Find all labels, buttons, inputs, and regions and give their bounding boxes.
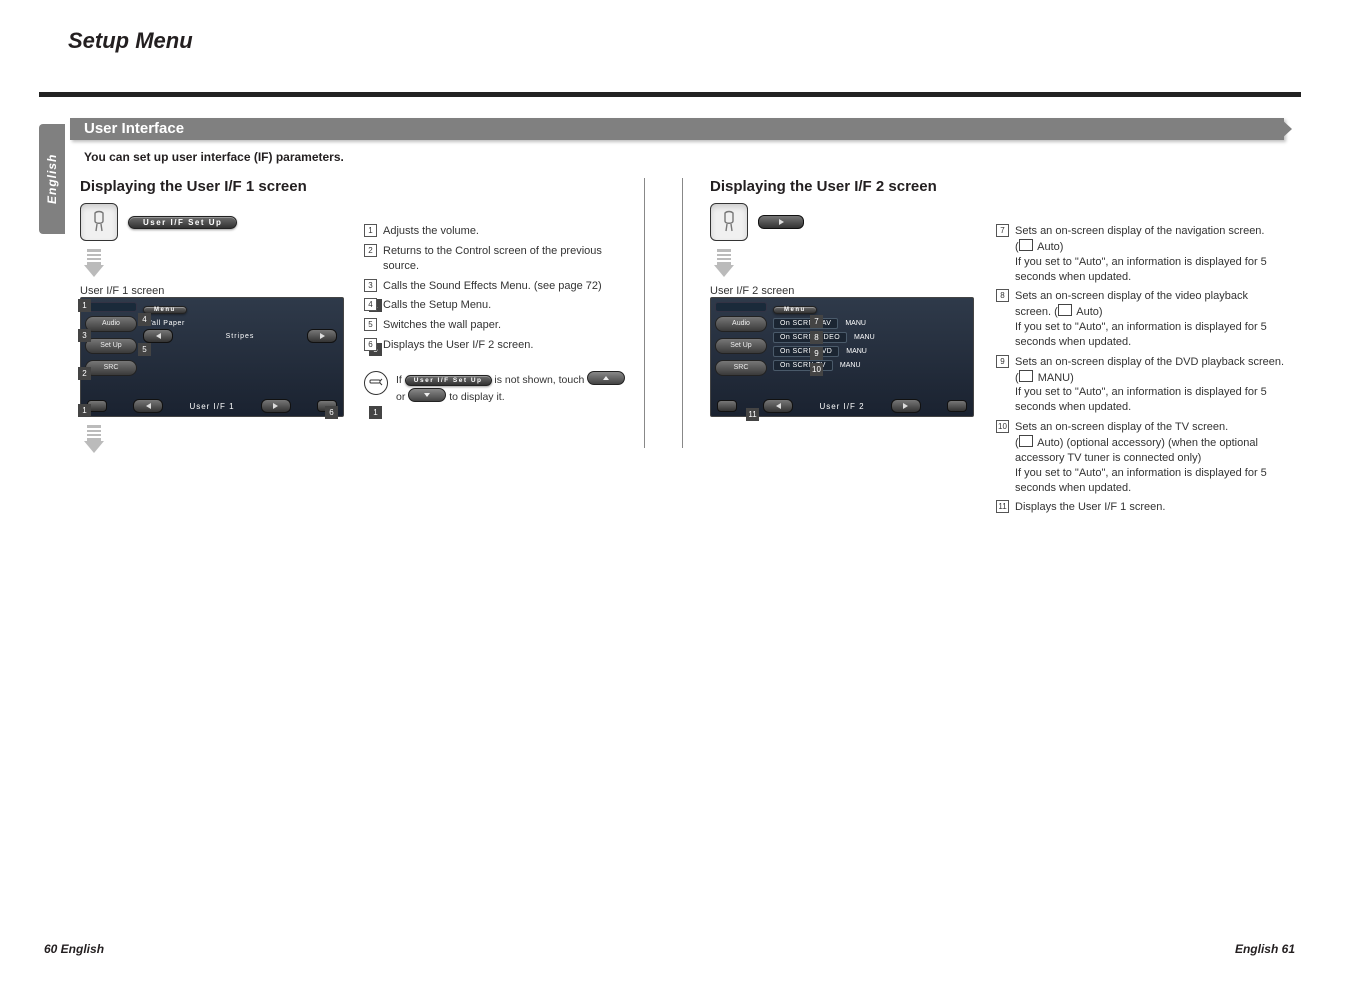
note-block: If User I/F Set Up is not shown, touch o…	[364, 371, 634, 405]
sim-wallpaper-prev[interactable]	[143, 329, 173, 343]
callout-number: 7	[996, 224, 1009, 237]
user-if-2-screen-wrapper: Audio Set Up SRC Menu On SCRN NAVMANU On…	[710, 297, 996, 417]
sim-button-src[interactable]: SRC	[715, 360, 767, 376]
heading-user-if-1: Displaying the User I/F 1 screen	[80, 178, 366, 195]
note-pill-user-if-setup[interactable]: User I/F Set Up	[405, 375, 492, 386]
callout-1d: 1	[369, 406, 382, 419]
note-prefix: If	[396, 374, 402, 386]
sim-row-dvd[interactable]: On SCRN DVDMANU	[773, 346, 967, 357]
callout-number: 4	[364, 298, 377, 311]
sim-button-setup[interactable]: Set Up	[85, 338, 137, 354]
sim-wallpaper-value: Stripes	[176, 332, 304, 341]
center-divider	[644, 178, 645, 448]
heading-user-if-2: Displaying the User I/F 2 screen	[710, 178, 996, 195]
sim-row-video[interactable]: On SCRN VIDEOMANU	[773, 332, 967, 343]
callout-8: 8	[810, 331, 823, 344]
description-text: Sets an on-screen display of the video p…	[1015, 289, 1286, 349]
sim-page-prev[interactable]	[133, 399, 163, 413]
callout-number: 6	[364, 338, 377, 351]
default-marker-icon	[1058, 304, 1072, 316]
callout-6: 6	[325, 406, 338, 419]
sim-menu-pill[interactable]: Menu	[773, 306, 817, 314]
default-marker-icon	[1019, 370, 1033, 382]
simulated-screen-1: Audio Set Up SRC Menu Wall Paper Stripes…	[80, 297, 344, 417]
callout-2: 2	[78, 367, 91, 380]
description-text: Adjusts the volume.	[383, 224, 634, 239]
note-suffix: to display it.	[449, 391, 504, 403]
callout-number: 11	[996, 500, 1009, 513]
flow-arrow-icon	[84, 425, 104, 453]
description-text: Sets an on-screen display of the DVD pla…	[1015, 355, 1286, 415]
caption-user-if-1-screen: User I/F 1 screen	[80, 285, 366, 297]
callout-1c: 1	[78, 404, 91, 417]
sim-row-tv[interactable]: On SCRN TVMANU	[773, 360, 967, 371]
section-header-user-interface: User Interface	[70, 118, 1284, 140]
description-text: Sets an on-screen display of the navigat…	[1015, 224, 1286, 284]
language-tab: English	[39, 124, 65, 234]
user-if-1-screen-wrapper: Audio Set Up SRC Menu Wall Paper Stripes…	[80, 297, 366, 417]
description-text: Displays the User I/F 2 screen.	[383, 338, 634, 353]
callout-9: 9	[810, 347, 823, 360]
sim-button-audio[interactable]: Audio	[85, 316, 137, 332]
callout-7: 7	[810, 315, 823, 328]
callout-number: 3	[364, 279, 377, 292]
note-scroll-down-button[interactable]	[408, 388, 446, 402]
sim-bottom-title-2: User I/F 2	[819, 402, 864, 411]
callout-11: 11	[746, 408, 759, 421]
button-user-if-setup[interactable]: User I/F Set Up	[128, 216, 237, 229]
flow-arrow-icon	[84, 249, 104, 277]
touch-icon	[80, 203, 118, 241]
description-list-right: 7 Sets an on-screen display of the navig…	[996, 224, 1286, 515]
simulated-screen-2: Audio Set Up SRC Menu On SCRN NAVMANU On…	[710, 297, 974, 417]
callout-number: 8	[996, 289, 1009, 302]
sim-button-audio[interactable]: Audio	[715, 316, 767, 332]
sim-bottom-right-icon[interactable]	[947, 400, 967, 412]
flow-arrow-icon	[714, 249, 734, 277]
section-intro: You can set up user interface (IF) param…	[84, 150, 344, 164]
callout-number: 10	[996, 420, 1009, 433]
description-text: Displays the User I/F 1 screen.	[1015, 500, 1286, 515]
sim-wallpaper-next[interactable]	[307, 329, 337, 343]
sim-wallpaper-label: Wall Paper	[145, 320, 337, 327]
note-scroll-up-button[interactable]	[587, 371, 625, 385]
sim-page-next[interactable]	[261, 399, 291, 413]
callout-number: 5	[364, 318, 377, 331]
default-marker-icon	[1019, 435, 1033, 447]
callout-1a: 1	[78, 299, 91, 312]
sim-button-src[interactable]: SRC	[85, 360, 137, 376]
callout-number: 1	[364, 224, 377, 237]
note-mid: is not shown, touch	[494, 374, 584, 386]
description-text: Sets an on-screen display of the TV scre…	[1015, 420, 1286, 495]
callout-5a: 5	[138, 343, 151, 356]
title-divider	[39, 92, 1301, 97]
callout-10: 10	[810, 363, 823, 376]
sim-bottom-title-1: User I/F 1	[189, 402, 234, 411]
description-text: Returns to the Control screen of the pre…	[383, 244, 634, 274]
description-text: Switches the wall paper.	[383, 318, 634, 333]
caption-user-if-2-screen: User I/F 2 screen	[710, 285, 996, 297]
sim-row-nav[interactable]: On SCRN NAVMANU	[773, 318, 967, 329]
callout-4: 4	[138, 313, 151, 326]
note-icon	[364, 371, 388, 395]
section-header-label: User Interface	[84, 120, 184, 137]
default-marker-icon	[1019, 239, 1033, 251]
page-title: Setup Menu	[68, 28, 1351, 54]
callout-3: 3	[78, 329, 91, 342]
touch-icon	[710, 203, 748, 241]
description-text: Calls the Sound Effects Menu. (see page …	[383, 279, 634, 294]
description-list-left: 1 Adjusts the volume. 2 Returns to the Con…	[364, 224, 634, 353]
sim-bottom-left-icon[interactable]	[717, 400, 737, 412]
description-text: Calls the Setup Menu.	[383, 298, 634, 313]
callout-number: 9	[996, 355, 1009, 368]
sim-page-prev[interactable]	[763, 399, 793, 413]
sim-page-next[interactable]	[891, 399, 921, 413]
center-divider	[682, 178, 683, 448]
callout-number: 2	[364, 244, 377, 257]
sim-button-setup[interactable]: Set Up	[715, 338, 767, 354]
button-page-next[interactable]	[758, 215, 804, 229]
